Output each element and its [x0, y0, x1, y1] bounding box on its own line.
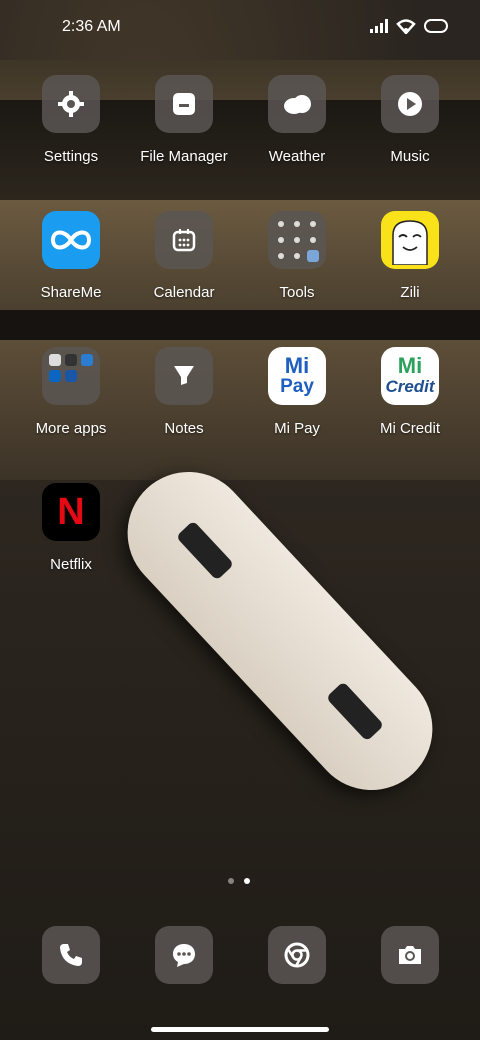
micredit-icon: Mi Credit [381, 347, 439, 405]
app-shareme[interactable]: ShareMe [16, 211, 126, 301]
app-label: Netflix [50, 556, 92, 573]
mipay-icon: Mi Pay [268, 347, 326, 405]
zili-face-icon [381, 211, 439, 269]
app-file-manager[interactable]: File Manager [129, 75, 239, 165]
app-label: Mi Pay [274, 420, 320, 437]
chrome-icon [268, 926, 326, 984]
app-more-apps-folder[interactable]: More apps [16, 347, 126, 437]
notes-icon [155, 347, 213, 405]
calendar-icon [155, 211, 213, 269]
camera-icon [381, 926, 439, 984]
dock-camera[interactable] [355, 926, 465, 984]
app-calendar[interactable]: Calendar [129, 211, 239, 301]
app-label: Tools [279, 284, 315, 301]
cloud-icon [268, 75, 326, 133]
home-gesture-bar[interactable] [151, 1027, 329, 1032]
dock-phone[interactable] [16, 926, 126, 984]
app-label: Music [390, 148, 430, 165]
app-label: Zili [400, 284, 420, 301]
app-weather[interactable]: Weather [242, 75, 352, 165]
netflix-icon: N [42, 483, 100, 541]
battery-icon [424, 18, 450, 39]
app-label: Weather [268, 148, 326, 165]
app-label: Mi Credit [379, 420, 440, 437]
wallpaper-band [0, 310, 480, 340]
dock-messages[interactable] [129, 926, 239, 984]
page-dot[interactable] [228, 878, 234, 884]
app-mi-pay[interactable]: Mi Pay Mi Pay [242, 347, 352, 437]
play-icon [381, 75, 439, 133]
app-notes[interactable]: Notes [129, 347, 239, 437]
app-label: Settings [43, 148, 99, 165]
wifi-icon [396, 18, 416, 39]
app-settings[interactable]: Settings [16, 75, 126, 165]
app-netflix[interactable]: N Netflix [16, 483, 126, 573]
dock-chrome[interactable] [242, 926, 352, 984]
app-label: ShareMe [40, 284, 102, 301]
folder-icon [155, 75, 213, 133]
apps-folder-icon [42, 347, 100, 405]
status-time: 2:36 AM [62, 18, 121, 35]
status-bar: 2:36 AM [0, 0, 480, 56]
settings-icon [42, 75, 100, 133]
message-icon [155, 926, 213, 984]
app-tools-folder[interactable]: Tools [242, 211, 352, 301]
tools-folder-icon [268, 211, 326, 269]
signal-icon [370, 19, 388, 38]
phone-icon [42, 926, 100, 984]
page-dot-active[interactable] [244, 878, 250, 884]
app-label: File Manager [140, 148, 228, 165]
app-label: Calendar [153, 284, 215, 301]
infinity-icon [42, 211, 100, 269]
app-music[interactable]: Music [355, 75, 465, 165]
app-zili[interactable]: Zili [355, 211, 465, 301]
app-mi-credit[interactable]: Mi Credit Mi Credit [355, 347, 465, 437]
app-label: Notes [164, 420, 204, 437]
page-indicator [228, 878, 250, 884]
app-label: More apps [35, 420, 107, 437]
